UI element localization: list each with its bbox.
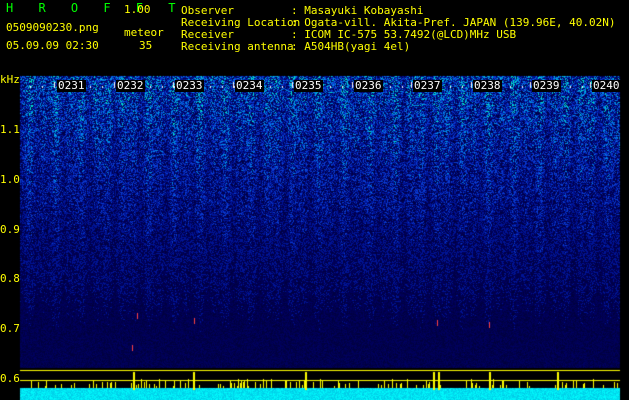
y-label-0-9: 0.9 xyxy=(0,223,20,236)
time-tick-0234: 0234 xyxy=(235,79,264,92)
spectrogram-canvas xyxy=(0,0,629,400)
y-label-1-1: 1.1 xyxy=(0,123,20,136)
y-axis-unit: kHz xyxy=(0,73,20,86)
time-tick-0232: 0232 xyxy=(116,79,145,92)
time-tick-0236: 0236 xyxy=(354,79,383,92)
file-name: 0509090230.png xyxy=(6,21,99,34)
y-label-0-6: 0.6 xyxy=(0,372,20,385)
time-tick-0240: 0240 xyxy=(592,79,621,92)
time-tick-0231: 0231 xyxy=(57,79,86,92)
time-tick-0238: 0238 xyxy=(473,79,502,92)
y-label-1-0: 1.0 xyxy=(0,173,20,186)
time-tick-0233: 0233 xyxy=(175,79,204,92)
time-tick-0239: 0239 xyxy=(532,79,561,92)
time-tick-0235: 0235 xyxy=(294,79,323,92)
file-datetime: 05.09.09 02:30 xyxy=(6,39,99,52)
meteor-label: meteor xyxy=(124,26,164,39)
meteor-count: 35 xyxy=(139,39,153,52)
antenna-key: Receiving antenna xyxy=(181,40,294,53)
y-label-0-8: 0.8 xyxy=(0,272,20,285)
antenna-value: : A504HB(yagi 4el) xyxy=(291,40,411,53)
time-tick-0237: 0237 xyxy=(413,79,442,92)
app-title: H R O F F T xyxy=(6,1,185,15)
app-version: 1.00 xyxy=(124,3,151,16)
y-label-0-7: 0.7 xyxy=(0,322,20,335)
